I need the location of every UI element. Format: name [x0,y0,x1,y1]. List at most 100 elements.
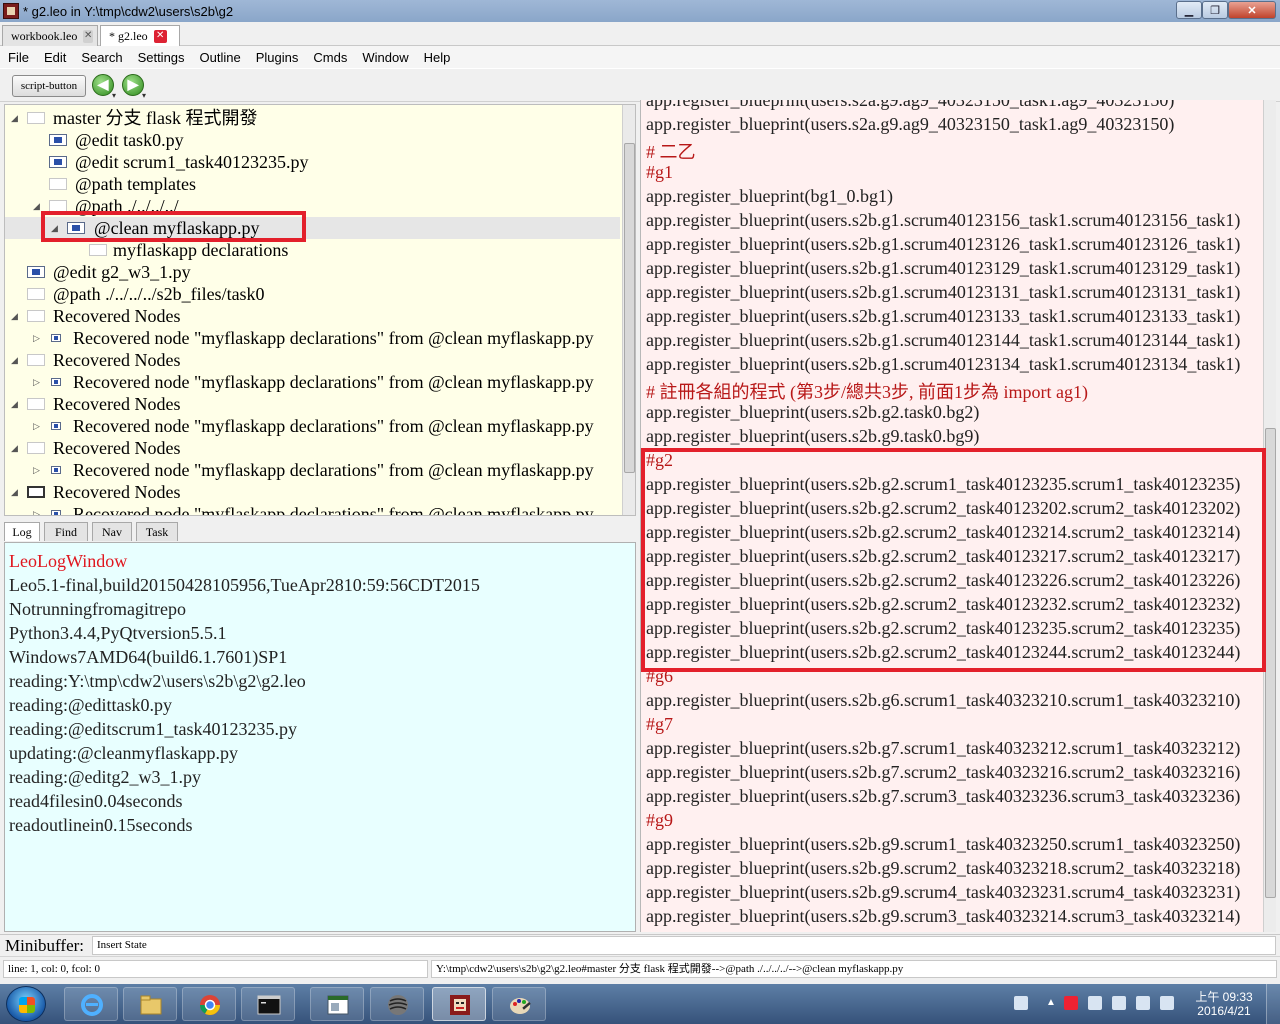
tab-label: workbook.leo [11,28,78,43]
expand-triangle-icon[interactable]: ▷ [33,459,43,481]
taskbar-sphere-app[interactable] [370,987,424,1021]
code-line: app.register_blueprint(users.s2b.g9.scru… [646,930,1240,932]
node-path: Y:\tmp\cdw2\users\s2b\g2\g2.leo#master 分… [431,960,1277,978]
menu-help[interactable]: Help [416,50,458,65]
collapse-triangle-icon[interactable]: ◢ [11,349,21,371]
forward-dropdown-icon[interactable]: ▾ [142,91,146,100]
code-comment-line: #g9 [646,810,673,830]
outline-pane[interactable]: ◢ master 分支 flask 程式開發 @edit task0.py @e… [4,104,636,516]
log-line: LeoLogWindow [9,551,128,571]
clock-time[interactable]: 上午 09:33 [1194,988,1254,1005]
outline-node[interactable]: @edit task0.py [5,129,620,151]
outline-node[interactable]: @path templates [5,173,620,195]
taskbar-window-app[interactable] [310,987,364,1021]
collapse-triangle-icon[interactable]: ◢ [11,393,21,415]
outline-node[interactable]: @edit scrum1_task40123235.py [5,151,620,173]
status-bar: line: 1, col: 0, fcol: 0 Y:\tmp\cdw2\use… [0,956,1280,980]
show-desktop-button[interactable] [1266,984,1280,1024]
taskbar-command-prompt[interactable] [241,987,295,1021]
tab-g2[interactable]: * g2.leo ✕ [100,25,180,46]
log-pane[interactable]: LeoLogWindow Leo5.1-final,build201504281… [4,542,636,932]
collapse-triangle-icon[interactable]: ◢ [11,107,21,129]
taskbar-internet-explorer[interactable] [64,987,118,1021]
tab-nav[interactable]: Nav [92,522,132,541]
node-icon [49,134,67,146]
tray-overflow-icon[interactable]: ▲ [1044,996,1058,1010]
collapse-triangle-icon[interactable]: ◢ [11,305,21,327]
sphere-app-icon [388,995,408,1015]
antivirus-icon[interactable] [1064,996,1078,1010]
expand-triangle-icon[interactable]: ▷ [33,371,43,393]
chrome-icon [200,995,220,1015]
taskbar-file-explorer[interactable] [123,987,177,1021]
clock-date[interactable]: 2016/4/21 [1194,1004,1254,1018]
outline-node[interactable]: ◢ Recovered Nodes [5,349,620,371]
tab-task[interactable]: Task [136,522,178,541]
log-line: updating:@cleanmyflaskapp.py [9,743,239,763]
outline-node[interactable]: ▷ Recovered node "myflaskapp declaration… [5,327,620,349]
tab-find[interactable]: Find [44,522,88,541]
back-arrow-icon: ◀ [97,76,109,92]
outline-node[interactable]: @edit g2_w3_1.py [5,261,620,283]
close-button[interactable]: ✕ [1228,1,1276,19]
outline-node[interactable]: myflaskapp declarations [5,239,620,261]
outline-node[interactable]: @path ./../../../s2b_files/task0 [5,283,620,305]
node-headline: Recovered Nodes [53,482,181,502]
maximize-button[interactable]: ❐ [1202,1,1228,19]
outline-node[interactable]: ◢ Recovered Nodes [5,393,620,415]
minimize-button[interactable]: ▁ [1176,1,1202,19]
outline-node[interactable]: ◢ Recovered Nodes [5,481,620,503]
outline-node[interactable]: ◢ Recovered Nodes [5,305,620,327]
log-line: Python3.4.4,PyQtversion5.5.1 [9,623,227,643]
outline-node[interactable]: ◢ Recovered Nodes [5,437,620,459]
log-line: reading:@edittask0.py [9,695,173,715]
forward-button[interactable]: ▶ [122,74,144,96]
log-tab-bar: Log Find Nav Task [4,520,636,542]
minibuffer-input[interactable]: Insert State [92,936,1276,955]
body-scrollbar-thumb[interactable] [1265,428,1276,898]
node-headline: Recovered Nodes [53,438,181,458]
outline-node[interactable]: ▷ Recovered node "myflaskapp declaration… [5,415,620,437]
tab-workbook[interactable]: workbook.leo ✕ [2,25,98,46]
outline-node[interactable]: ▷ Recovered node "myflaskapp declaration… [5,503,620,515]
collapse-triangle-icon[interactable]: ◢ [11,437,21,459]
start-button[interactable] [6,986,46,1022]
expand-triangle-icon[interactable]: ▷ [33,327,43,349]
menu-plugins[interactable]: Plugins [248,50,306,65]
tab-close-icon[interactable]: ✕ [153,29,167,43]
taskbar-leo[interactable] [432,987,486,1021]
outline-scrollbar-thumb[interactable] [624,143,635,473]
back-button[interactable]: ◀ [92,74,114,96]
tab-log[interactable]: Log [4,522,40,541]
code-line: app.register_blueprint(users.s2b.g7.scru… [646,786,1241,806]
menu-window[interactable]: Window [354,50,415,65]
code-line: app.register_blueprint(users.s2b.g2.task… [646,402,980,422]
expand-triangle-icon[interactable]: ▷ [33,415,43,437]
network-icon[interactable] [1112,996,1126,1010]
action-center-icon[interactable] [1136,996,1150,1010]
node-icon [27,310,45,322]
taskbar-chrome[interactable] [182,987,236,1021]
menu-search[interactable]: Search [73,50,129,65]
volume-icon[interactable] [1088,996,1102,1010]
outline-scrollbar[interactable] [622,105,635,515]
maximize-icon: ❐ [1210,4,1220,17]
outline-node[interactable]: ▷ Recovered node "myflaskapp declaration… [5,371,620,393]
menu-edit[interactable]: Edit [36,50,73,65]
expand-triangle-icon[interactable]: ▷ [33,503,43,515]
keyboard-icon[interactable] [1014,996,1028,1010]
taskbar-paint[interactable] [492,987,546,1021]
menu-cmds[interactable]: Cmds [305,50,354,65]
node-icon [51,422,61,430]
language-icon[interactable] [1160,996,1174,1010]
menu-outline[interactable]: Outline [192,50,248,65]
tab-close-icon[interactable]: ✕ [83,29,93,43]
script-button[interactable]: script-button [12,75,86,97]
code-comment-line: #g7 [646,714,673,734]
outline-node[interactable]: ◢ master 分支 flask 程式開發 [5,107,620,129]
outline-node[interactable]: ▷ Recovered node "myflaskapp declaration… [5,459,620,481]
menu-settings[interactable]: Settings [130,50,192,65]
collapse-triangle-icon[interactable]: ◢ [11,481,21,503]
back-dropdown-icon[interactable]: ▾ [112,91,116,100]
menu-file[interactable]: File [0,50,36,65]
